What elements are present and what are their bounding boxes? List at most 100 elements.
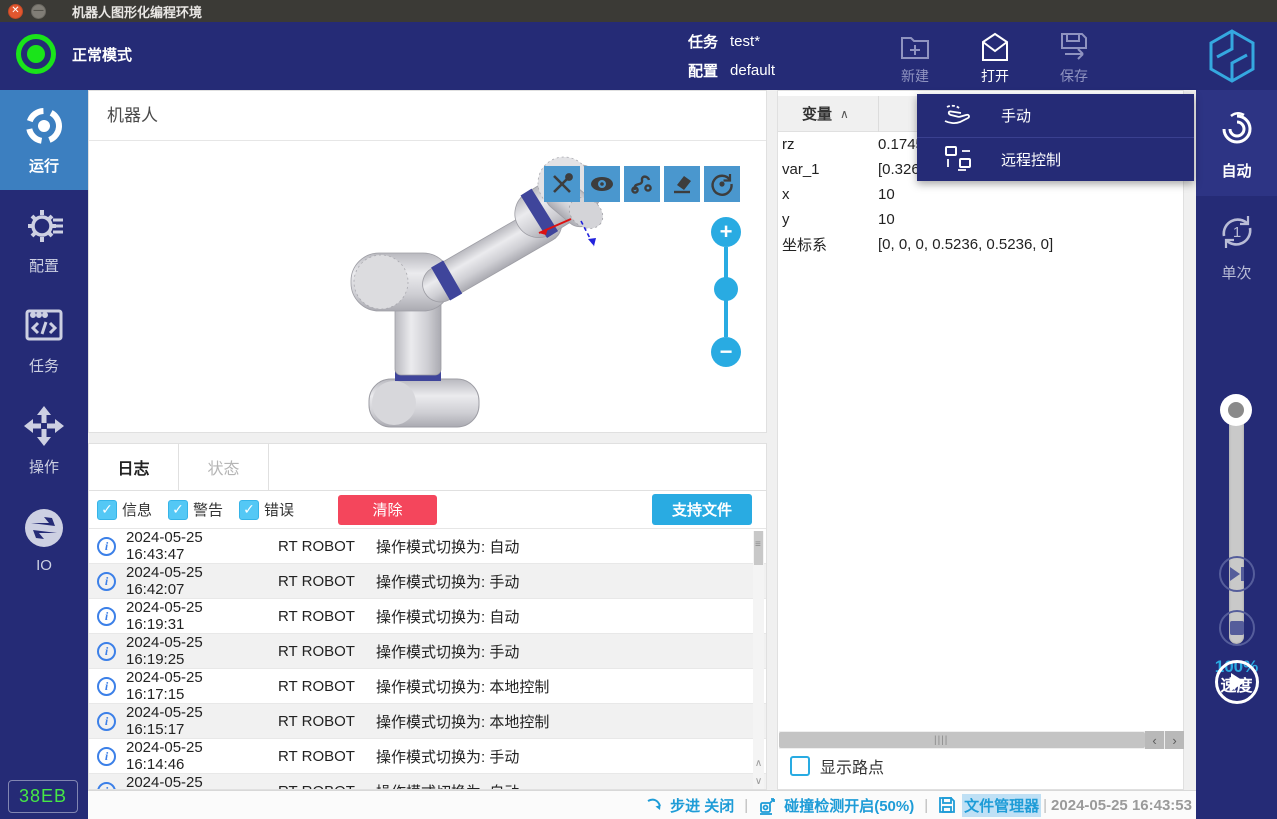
play-icon	[1228, 672, 1246, 692]
sidebar-item-task[interactable]: 任务	[0, 290, 88, 390]
svg-text:1: 1	[1232, 224, 1240, 241]
variables-panel: 变量 ∧ rz 0.1745 var_1 [0.326 x 10 y 10 坐标…	[777, 90, 1184, 790]
support-files-button[interactable]: 支持文件	[652, 494, 752, 525]
skip-icon	[1228, 566, 1246, 582]
log-row: i 2024-05-25 16:43:47 RT ROBOT 操作模式切换为: …	[89, 529, 766, 564]
zoom-in-button[interactable]: +	[711, 217, 741, 247]
reset-view-icon	[709, 171, 735, 197]
collision-icon	[758, 795, 778, 815]
minimize-icon[interactable]: —	[31, 4, 46, 19]
file-manager-button[interactable]: 文件管理器	[938, 794, 1041, 817]
move-arrows-icon	[22, 404, 66, 448]
robot-3d-viewport[interactable]: + −	[89, 141, 766, 432]
status-bar: 步进 关闭 | 碰撞检测开启(50%) | 文件管理器 | 2024-05-25…	[88, 790, 1196, 819]
mode-indicator: 正常模式	[16, 34, 132, 74]
brand-logo-icon	[1201, 25, 1263, 87]
checkbox-checked-icon: ✓	[168, 500, 188, 520]
new-button[interactable]: 新建	[883, 30, 947, 86]
log-filterbar: ✓ 信息 ✓ 警告 ✓ 错误 清除 支持文件	[89, 491, 766, 528]
sidebar-item-config[interactable]: 配置	[0, 190, 88, 290]
stop-button[interactable]	[1219, 610, 1255, 646]
task-value: test*	[730, 33, 760, 50]
hscrollbar-thumb[interactable]: ||||	[779, 732, 1145, 748]
run-icon	[23, 105, 65, 147]
variable-row[interactable]: 坐标系 [0, 0, 0, 0.5236, 0.5236, 0]	[778, 232, 1183, 257]
log-row: i 2024-05-25 16:19:31 RT ROBOT 操作模式切换为: …	[89, 599, 766, 634]
step-mode-status[interactable]: 步进 关闭	[646, 795, 734, 816]
tab-log[interactable]: 日志	[89, 444, 179, 490]
tools-button[interactable]	[544, 166, 580, 202]
filter-warning-checkbox[interactable]: ✓ 警告	[168, 499, 223, 520]
open-button[interactable]: 打开	[963, 30, 1027, 86]
log-panel: 日志 状态 ✓ 信息 ✓ 警告 ✓ 错误 清除 支持文件 i 2024-05-2…	[88, 443, 767, 790]
speed-slider-track[interactable]	[1229, 404, 1244, 644]
speed-slider-handle[interactable]	[1220, 394, 1252, 426]
menu-item-remote-control[interactable]: 远程控制	[917, 137, 1194, 180]
mode-text: 正常模式	[72, 44, 132, 65]
main-content: 机器人	[88, 90, 1196, 790]
path-button[interactable]	[624, 166, 660, 202]
robot-id-badge[interactable]: 38EB	[8, 780, 78, 813]
log-list[interactable]: i 2024-05-25 16:43:47 RT ROBOT 操作模式切换为: …	[89, 528, 766, 790]
filter-error-checkbox[interactable]: ✓ 错误	[239, 499, 294, 520]
code-window-icon	[23, 305, 65, 347]
sidebar-item-run[interactable]: 运行	[0, 90, 88, 190]
right-sidebar: 自动 1 单次 100% 速度	[1196, 90, 1277, 819]
show-waypoints-checkbox[interactable]: 显示路点	[790, 754, 884, 778]
left-sidebar: 运行 配置 任务 操作	[0, 90, 88, 819]
play-button[interactable]	[1215, 660, 1259, 704]
open-icon	[978, 30, 1012, 64]
variable-row[interactable]: x 10	[778, 182, 1183, 207]
zoom-control: + −	[711, 217, 743, 367]
log-row: i 2024-05-25 16:15:17 RT ROBOT 操作模式切换为: …	[89, 704, 766, 739]
checkbox-checked-icon: ✓	[97, 500, 117, 520]
erase-button[interactable]	[664, 166, 700, 202]
scroll-left-icon[interactable]: ‹	[1145, 731, 1164, 749]
sidebar-item-operate[interactable]: 操作	[0, 390, 88, 490]
gear-icon	[23, 205, 65, 247]
operation-mode-menu: 手动 远程控制	[917, 94, 1194, 181]
save-button[interactable]: 保存	[1042, 30, 1106, 86]
menu-item-manual[interactable]: 手动	[917, 94, 1194, 137]
log-row: i 2024-05-25 16:42:07 RT ROBOT 操作模式切换为: …	[89, 564, 766, 599]
scroll-up-icon[interactable]: ∧	[753, 755, 764, 771]
file-manager-icon	[938, 796, 956, 814]
config-label: 配置	[688, 60, 718, 81]
save-icon	[1057, 30, 1091, 64]
tools-icon	[550, 172, 574, 196]
path-icon	[629, 171, 655, 197]
task-config-block: 任务 test* 配置 default	[688, 27, 775, 85]
viewport-toolbar	[544, 166, 740, 202]
log-scrollbar-thumb[interactable]	[754, 531, 763, 565]
clear-button[interactable]: 清除	[338, 495, 437, 525]
task-label: 任务	[688, 31, 718, 52]
log-scrollbar[interactable]: ∧ ∨	[753, 531, 764, 789]
scroll-right-icon[interactable]: ›	[1165, 731, 1184, 749]
io-swap-icon	[23, 507, 65, 549]
variable-row[interactable]: y 10	[778, 207, 1183, 232]
visibility-button[interactable]	[584, 166, 620, 202]
collapse-caret-icon[interactable]: ∧	[840, 107, 849, 121]
info-icon: i	[97, 642, 116, 661]
window-title: 机器人图形化编程环境	[72, 2, 202, 21]
window-titlebar: ✕ — 机器人图形化编程环境	[0, 0, 1277, 22]
reset-view-button[interactable]	[704, 166, 740, 202]
checkbox-unchecked-icon	[790, 756, 810, 776]
filter-info-checkbox[interactable]: ✓ 信息	[97, 499, 152, 520]
auto-swirl-icon	[1214, 106, 1260, 152]
close-icon[interactable]: ✕	[8, 4, 23, 19]
eye-icon	[589, 171, 615, 197]
zoom-slider-handle[interactable]	[714, 277, 738, 301]
stop-icon	[1230, 621, 1244, 635]
collision-detection-status[interactable]: 碰撞检测开启(50%)	[758, 795, 914, 816]
tab-status[interactable]: 状态	[179, 444, 269, 490]
zoom-out-button[interactable]: −	[711, 337, 741, 367]
scroll-down-icon[interactable]: ∨	[753, 773, 764, 789]
step-button[interactable]	[1219, 556, 1255, 592]
info-icon: i	[97, 712, 116, 731]
sidebar-item-io[interactable]: IO	[0, 490, 88, 590]
variables-hscrollbar[interactable]: |||| ‹ ›	[779, 731, 1184, 749]
remote-control-icon	[941, 145, 975, 173]
auto-mode-button[interactable]: 自动	[1196, 90, 1277, 196]
single-cycle-button[interactable]: 1 单次	[1196, 196, 1277, 296]
